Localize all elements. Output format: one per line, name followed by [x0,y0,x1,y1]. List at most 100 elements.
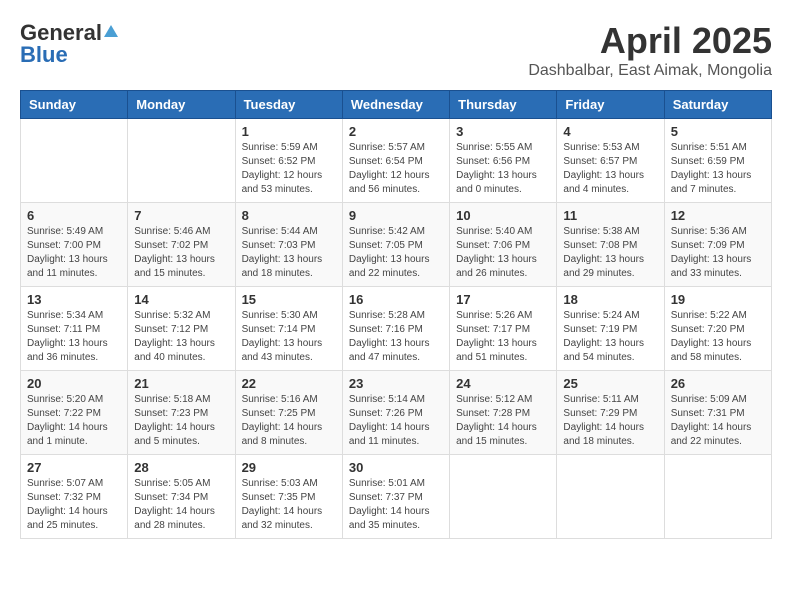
day-number: 6 [27,208,121,223]
calendar-cell: 30 Sunrise: 5:01 AM Sunset: 7:37 PM Dayli… [342,455,449,539]
calendar-cell: 19Sunrise: 5:22 AM Sunset: 7:20 PM Dayli… [664,287,771,371]
calendar-cell: 17Sunrise: 5:26 AM Sunset: 7:17 PM Dayli… [450,287,557,371]
logo-triangle [104,25,118,37]
day-number: 16 [349,292,443,307]
calendar-week-row: 27 Sunrise: 5:07 AM Sunset: 7:32 PM Dayli… [21,455,772,539]
calendar-cell: 4 Sunrise: 5:53 AM Sunset: 6:57 PM Daylig… [557,119,664,203]
day-number: 4 [563,124,657,139]
calendar-header-saturday: Saturday [664,91,771,119]
day-info: Sunrise: 5:55 AM Sunset: 6:56 PM Dayligh… [456,141,550,197]
day-info: Sunrise: 5:09 AM Sunset: 7:31 PM Dayligh… [671,393,765,449]
day-number: 25 [563,376,657,391]
day-info: Sunrise: 5:44 AM Sunset: 7:03 PM Dayligh… [242,225,336,281]
calendar-cell: 8 Sunrise: 5:44 AM Sunset: 7:03 PM Daylig… [235,203,342,287]
day-info: Sunrise: 5:03 AM Sunset: 7:35 PM Dayligh… [242,477,336,533]
day-info: Sunrise: 5:51 AM Sunset: 6:59 PM Dayligh… [671,141,765,197]
day-info: Sunrise: 5:36 AM Sunset: 7:09 PM Dayligh… [671,225,765,281]
day-info: Sunrise: 5:01 AM Sunset: 7:37 PM Dayligh… [349,477,443,533]
calendar-header-monday: Monday [128,91,235,119]
calendar-header-tuesday: Tuesday [235,91,342,119]
calendar-cell: 6 Sunrise: 5:49 AM Sunset: 7:00 PM Daylig… [21,203,128,287]
calendar-cell: 12 Sunrise: 5:36 AM Sunset: 7:09 PM Dayli… [664,203,771,287]
calendar-cell: 27 Sunrise: 5:07 AM Sunset: 7:32 PM Dayli… [21,455,128,539]
calendar-cell: 16 Sunrise: 5:28 AM Sunset: 7:16 PM Dayli… [342,287,449,371]
day-number: 8 [242,208,336,223]
calendar-header-friday: Friday [557,91,664,119]
day-info: Sunrise: 5:53 AM Sunset: 6:57 PM Dayligh… [563,141,657,197]
day-number: 26 [671,376,765,391]
calendar-cell: 2 Sunrise: 5:57 AM Sunset: 6:54 PM Daylig… [342,119,449,203]
day-number: 9 [349,208,443,223]
calendar-cell: 23 Sunrise: 5:14 AM Sunset: 7:26 PM Dayli… [342,371,449,455]
calendar-cell: 14Sunrise: 5:32 AM Sunset: 7:12 PM Dayli… [128,287,235,371]
calendar-cell [128,119,235,203]
calendar-header-wednesday: Wednesday [342,91,449,119]
day-info: Sunrise: 5:32 AM Sunset: 7:12 PM Dayligh… [134,309,228,365]
day-number: 24 [456,376,550,391]
day-number: 30 [349,460,443,475]
day-info: Sunrise: 5:57 AM Sunset: 6:54 PM Dayligh… [349,141,443,197]
day-info: Sunrise: 5:18 AM Sunset: 7:23 PM Dayligh… [134,393,228,449]
day-info: Sunrise: 5:38 AM Sunset: 7:08 PM Dayligh… [563,225,657,281]
day-info: Sunrise: 5:05 AM Sunset: 7:34 PM Dayligh… [134,477,228,533]
calendar-cell: 21 Sunrise: 5:18 AM Sunset: 7:23 PM Dayli… [128,371,235,455]
logo-blue: Blue [20,42,68,68]
logo: General Blue [20,20,118,68]
location-title: Dashbalbar, East Aimak, Mongolia [528,62,772,80]
day-info: Sunrise: 5:42 AM Sunset: 7:05 PM Dayligh… [349,225,443,281]
day-number: 2 [349,124,443,139]
calendar-cell: 9 Sunrise: 5:42 AM Sunset: 7:05 PM Daylig… [342,203,449,287]
calendar-cell [21,119,128,203]
calendar-cell: 13 Sunrise: 5:34 AM Sunset: 7:11 PM Dayli… [21,287,128,371]
day-info: Sunrise: 5:28 AM Sunset: 7:16 PM Dayligh… [349,309,443,365]
calendar-cell: 20 Sunrise: 5:20 AM Sunset: 7:22 PM Dayli… [21,371,128,455]
day-info: Sunrise: 5:14 AM Sunset: 7:26 PM Dayligh… [349,393,443,449]
calendar-cell [450,455,557,539]
calendar-cell: 22 Sunrise: 5:16 AM Sunset: 7:25 PM Dayli… [235,371,342,455]
day-number: 21 [134,376,228,391]
title-area: April 2025 Dashbalbar, East Aimak, Mongo… [528,20,772,80]
calendar-cell: 28Sunrise: 5:05 AM Sunset: 7:34 PM Dayli… [128,455,235,539]
day-info: Sunrise: 5:59 AM Sunset: 6:52 PM Dayligh… [242,141,336,197]
calendar-week-row: 13 Sunrise: 5:34 AM Sunset: 7:11 PM Dayli… [21,287,772,371]
day-info: Sunrise: 5:20 AM Sunset: 7:22 PM Dayligh… [27,393,121,449]
header: General Blue April 2025 Dashbalbar, East… [20,20,772,80]
calendar-header-sunday: Sunday [21,91,128,119]
day-number: 7 [134,208,228,223]
calendar-cell: 11Sunrise: 5:38 AM Sunset: 7:08 PM Dayli… [557,203,664,287]
calendar-week-row: 1 Sunrise: 5:59 AM Sunset: 6:52 PM Daylig… [21,119,772,203]
day-number: 5 [671,124,765,139]
day-info: Sunrise: 5:30 AM Sunset: 7:14 PM Dayligh… [242,309,336,365]
day-info: Sunrise: 5:16 AM Sunset: 7:25 PM Dayligh… [242,393,336,449]
day-info: Sunrise: 5:49 AM Sunset: 7:00 PM Dayligh… [27,225,121,281]
day-number: 20 [27,376,121,391]
calendar-cell: 10Sunrise: 5:40 AM Sunset: 7:06 PM Dayli… [450,203,557,287]
day-info: Sunrise: 5:40 AM Sunset: 7:06 PM Dayligh… [456,225,550,281]
calendar-cell: 25 Sunrise: 5:11 AM Sunset: 7:29 PM Dayli… [557,371,664,455]
day-info: Sunrise: 5:11 AM Sunset: 7:29 PM Dayligh… [563,393,657,449]
day-number: 23 [349,376,443,391]
day-info: Sunrise: 5:22 AM Sunset: 7:20 PM Dayligh… [671,309,765,365]
calendar: SundayMondayTuesdayWednesdayThursdayFrid… [20,90,772,539]
day-number: 27 [27,460,121,475]
day-number: 12 [671,208,765,223]
calendar-cell: 15 Sunrise: 5:30 AM Sunset: 7:14 PM Dayli… [235,287,342,371]
day-info: Sunrise: 5:24 AM Sunset: 7:19 PM Dayligh… [563,309,657,365]
day-info: Sunrise: 5:07 AM Sunset: 7:32 PM Dayligh… [27,477,121,533]
day-info: Sunrise: 5:46 AM Sunset: 7:02 PM Dayligh… [134,225,228,281]
calendar-week-row: 20 Sunrise: 5:20 AM Sunset: 7:22 PM Dayli… [21,371,772,455]
day-info: Sunrise: 5:12 AM Sunset: 7:28 PM Dayligh… [456,393,550,449]
day-number: 3 [456,124,550,139]
day-number: 13 [27,292,121,307]
calendar-cell [557,455,664,539]
calendar-header-thursday: Thursday [450,91,557,119]
day-number: 15 [242,292,336,307]
day-number: 18 [563,292,657,307]
day-info: Sunrise: 5:34 AM Sunset: 7:11 PM Dayligh… [27,309,121,365]
calendar-week-row: 6 Sunrise: 5:49 AM Sunset: 7:00 PM Daylig… [21,203,772,287]
day-number: 1 [242,124,336,139]
day-info: Sunrise: 5:26 AM Sunset: 7:17 PM Dayligh… [456,309,550,365]
day-number: 29 [242,460,336,475]
calendar-cell: 3 Sunrise: 5:55 AM Sunset: 6:56 PM Daylig… [450,119,557,203]
day-number: 22 [242,376,336,391]
